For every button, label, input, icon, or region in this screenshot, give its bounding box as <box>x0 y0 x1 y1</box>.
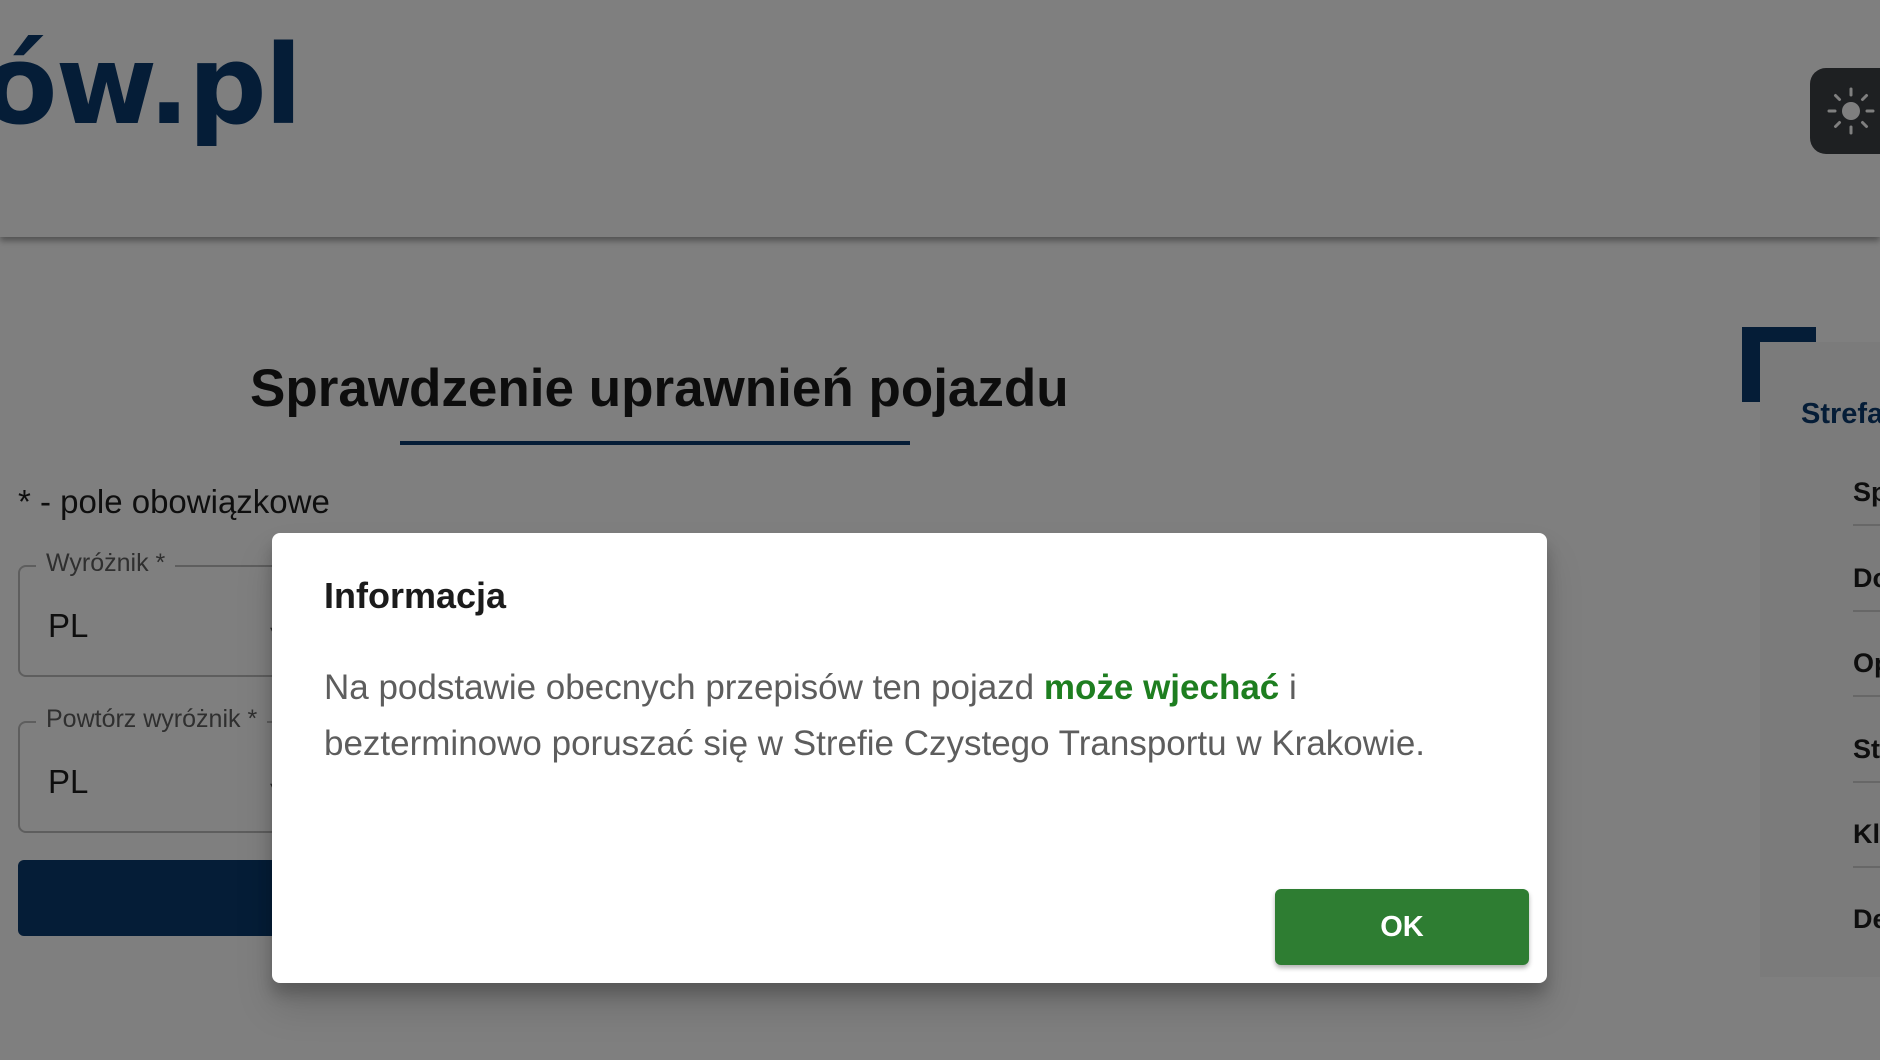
info-dialog: Informacja Na podstawie obecnych przepis… <box>272 533 1547 983</box>
dialog-message: Na podstawie obecnych przepisów ten poja… <box>324 660 1474 772</box>
ok-button[interactable]: OK <box>1275 889 1529 965</box>
dialog-message-start: Na podstawie obecnych przepisów ten poja… <box>324 668 1044 707</box>
page: ów.pl Sprawdzenie uprawnień pojazdu * - … <box>0 0 1880 1060</box>
dialog-message-highlight: może wjechać <box>1043 668 1280 707</box>
dialog-title: Informacja <box>324 575 507 616</box>
